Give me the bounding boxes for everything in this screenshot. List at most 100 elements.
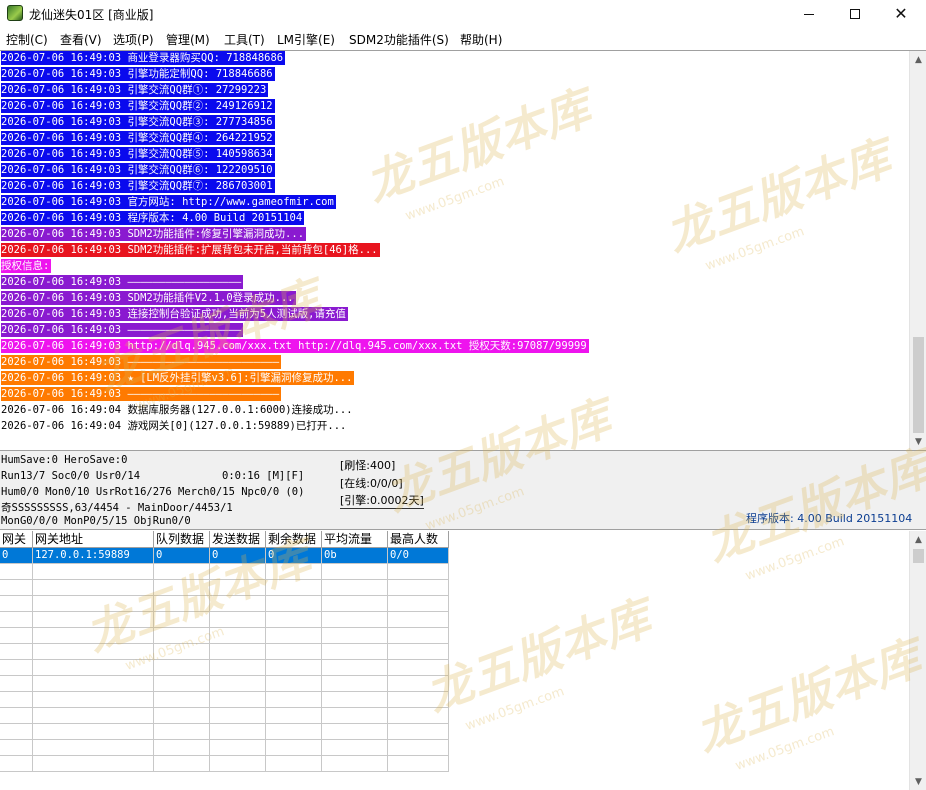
table-cell-empty[interactable] (33, 564, 154, 580)
table-cell-empty[interactable] (33, 724, 154, 740)
scroll-down-icon[interactable]: ▼ (910, 433, 926, 450)
grid-scroll-down-icon[interactable]: ▼ (910, 773, 926, 790)
table-cell-empty[interactable] (0, 644, 33, 660)
table-cell-empty[interactable] (0, 660, 33, 676)
gateway-grid[interactable]: 网关 网关地址 队列数据 发送数据 剩余数据 平均流量 最高人数 0 127.0.0.1:598… (0, 531, 926, 790)
table-cell-empty[interactable] (154, 708, 210, 724)
grid-column-header[interactable]: 发送数据 (210, 531, 266, 548)
table-cell-empty[interactable] (33, 708, 154, 724)
table-cell-empty[interactable] (322, 660, 388, 676)
table-cell-empty[interactable] (388, 676, 449, 692)
table-cell-empty[interactable] (388, 644, 449, 660)
table-cell-empty[interactable] (388, 692, 449, 708)
table-cell-empty[interactable] (33, 628, 154, 644)
table-cell[interactable]: 0 (266, 548, 322, 564)
close-button[interactable]: ✕ (878, 0, 924, 28)
table-cell-empty[interactable] (154, 660, 210, 676)
scroll-up-icon[interactable]: ▲ (910, 51, 926, 68)
table-cell-empty[interactable] (322, 676, 388, 692)
table-cell-empty[interactable] (0, 756, 33, 772)
table-cell-empty[interactable] (388, 564, 449, 580)
table-cell-empty[interactable] (266, 740, 322, 756)
table-cell-empty[interactable] (388, 580, 449, 596)
table-cell-empty[interactable] (154, 756, 210, 772)
table-cell[interactable]: 0 (154, 548, 210, 564)
table-cell-empty[interactable] (154, 580, 210, 596)
menu-control[interactable]: 控制(C) (6, 31, 48, 48)
table-cell-empty[interactable] (388, 740, 449, 756)
menu-lm-engine[interactable]: LM引擎(E) (277, 31, 335, 48)
menu-tools[interactable]: 工具(T) (224, 31, 265, 48)
table-cell-empty[interactable] (266, 564, 322, 580)
table-cell-empty[interactable] (0, 612, 33, 628)
table-cell-empty[interactable] (388, 708, 449, 724)
table-cell-empty[interactable] (0, 708, 33, 724)
table-cell-empty[interactable] (210, 628, 266, 644)
menu-manage[interactable]: 管理(M) (166, 31, 210, 48)
table-cell[interactable]: 0b (322, 548, 388, 564)
table-cell-empty[interactable] (388, 724, 449, 740)
table-cell-empty[interactable] (154, 740, 210, 756)
table-cell-empty[interactable] (210, 660, 266, 676)
table-cell-empty[interactable] (33, 676, 154, 692)
table-cell-empty[interactable] (33, 596, 154, 612)
table-cell-empty[interactable] (210, 676, 266, 692)
menu-help[interactable]: 帮助(H) (460, 31, 502, 48)
table-cell-empty[interactable] (210, 692, 266, 708)
table-cell-empty[interactable] (210, 564, 266, 580)
table-cell-empty[interactable] (0, 692, 33, 708)
table-cell-empty[interactable] (33, 740, 154, 756)
table-cell[interactable]: 0 (0, 548, 33, 564)
table-cell-empty[interactable] (266, 612, 322, 628)
table-cell-empty[interactable] (210, 724, 266, 740)
table-cell-empty[interactable] (322, 692, 388, 708)
grid-column-header[interactable]: 网关 (0, 531, 33, 548)
table-cell-empty[interactable] (0, 628, 33, 644)
table-cell-empty[interactable] (154, 596, 210, 612)
table-cell-empty[interactable] (388, 660, 449, 676)
table-cell-empty[interactable] (266, 660, 322, 676)
grid-scrollbar[interactable]: ▲ ▼ (909, 531, 926, 790)
table-cell-empty[interactable] (154, 628, 210, 644)
table-cell-empty[interactable] (210, 580, 266, 596)
table-cell-empty[interactable] (33, 580, 154, 596)
table-cell-empty[interactable] (322, 628, 388, 644)
table-cell-empty[interactable] (0, 580, 33, 596)
table-cell-empty[interactable] (266, 628, 322, 644)
table-cell-empty[interactable] (388, 596, 449, 612)
table-cell-empty[interactable] (322, 612, 388, 628)
grid-scroll-up-icon[interactable]: ▲ (910, 531, 926, 548)
table-cell-empty[interactable] (0, 564, 33, 580)
grid-column-header[interactable]: 队列数据 (154, 531, 210, 548)
table-cell-empty[interactable] (266, 692, 322, 708)
table-cell-empty[interactable] (266, 708, 322, 724)
table-cell-empty[interactable] (33, 660, 154, 676)
table-cell-empty[interactable] (154, 644, 210, 660)
minimize-button[interactable] (786, 0, 832, 28)
table-cell-empty[interactable] (322, 740, 388, 756)
table-cell-empty[interactable] (0, 724, 33, 740)
table-cell-empty[interactable] (0, 676, 33, 692)
table-cell-empty[interactable] (0, 740, 33, 756)
table-cell-empty[interactable] (322, 596, 388, 612)
table-cell-empty[interactable] (154, 612, 210, 628)
table-cell-empty[interactable] (33, 612, 154, 628)
table-cell-empty[interactable] (210, 756, 266, 772)
table-cell-empty[interactable] (266, 596, 322, 612)
server-log[interactable]: 2026-07-06 16:49:03 商业登录器购买QQ: 718848686… (0, 50, 926, 450)
table-cell[interactable]: 0/0 (388, 548, 449, 564)
table-cell-empty[interactable] (210, 596, 266, 612)
table-cell-empty[interactable] (210, 644, 266, 660)
grid-column-header[interactable]: 平均流量 (322, 531, 388, 548)
table-cell-empty[interactable] (322, 644, 388, 660)
table-cell-empty[interactable] (322, 580, 388, 596)
table-cell-empty[interactable] (154, 692, 210, 708)
table-cell[interactable]: 0 (210, 548, 266, 564)
grid-column-header[interactable]: 网关地址 (33, 531, 154, 548)
menu-sdm2-plugin[interactable]: SDM2功能插件(S) (349, 31, 449, 48)
table-cell-empty[interactable] (154, 564, 210, 580)
log-scrollbar[interactable]: ▲ ▼ (909, 51, 926, 450)
table-cell-empty[interactable] (266, 724, 322, 740)
grid-column-header[interactable]: 最高人数 (388, 531, 449, 548)
table-cell-empty[interactable] (266, 756, 322, 772)
